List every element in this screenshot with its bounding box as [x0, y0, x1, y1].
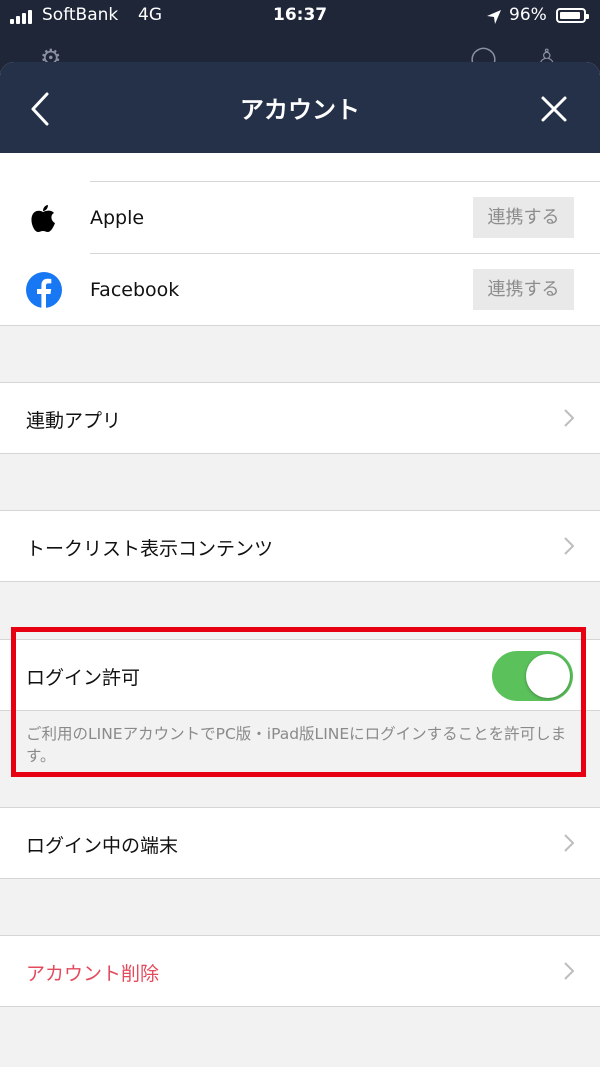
- close-icon: [541, 96, 567, 122]
- menu-item-login-devices[interactable]: ログイン中の端末: [0, 807, 600, 879]
- chevron-right-icon: [564, 834, 574, 852]
- highlight-box: [11, 627, 586, 777]
- menu-item-label: 連動アプリ: [26, 410, 122, 432]
- account-sheet: アカウント Apple 連携する Facebook 連携する 連動アプリ トーク…: [0, 62, 600, 1067]
- delete-account-label: アカウント削除: [26, 963, 160, 985]
- account-name: Apple: [90, 207, 145, 229]
- facebook-icon: [26, 272, 62, 308]
- network-type: 4G: [138, 5, 162, 25]
- chevron-right-icon: [564, 409, 574, 427]
- carrier-name: SoftBank: [42, 5, 119, 25]
- status-bar: SoftBank 4G 16:37 96%: [0, 0, 600, 34]
- menu-item-delete-account[interactable]: アカウント削除: [0, 935, 600, 1007]
- location-arrow-icon: [487, 10, 501, 24]
- battery-icon: [556, 8, 589, 23]
- close-button[interactable]: [540, 95, 568, 123]
- signal-icon: [10, 10, 34, 24]
- chevron-right-icon: [564, 962, 574, 980]
- navigation-bar: アカウント: [0, 62, 600, 153]
- linked-accounts-group: Apple 連携する Facebook 連携する: [0, 153, 600, 326]
- menu-item-label: ログイン中の端末: [26, 835, 179, 857]
- page-title: アカウント: [240, 96, 360, 124]
- menu-item-label: トークリスト表示コンテンツ: [26, 538, 274, 560]
- apple-icon: [31, 205, 55, 232]
- account-name: Facebook: [90, 279, 180, 301]
- link-apple-button[interactable]: 連携する: [473, 197, 574, 238]
- link-facebook-button[interactable]: 連携する: [473, 269, 574, 310]
- menu-item-linked-apps[interactable]: 連動アプリ: [0, 382, 600, 454]
- clock: 16:37: [273, 5, 328, 25]
- battery-percent: 96%: [509, 5, 547, 25]
- menu-item-talk-list-content[interactable]: トークリスト表示コンテンツ: [0, 510, 600, 582]
- chevron-right-icon: [564, 537, 574, 555]
